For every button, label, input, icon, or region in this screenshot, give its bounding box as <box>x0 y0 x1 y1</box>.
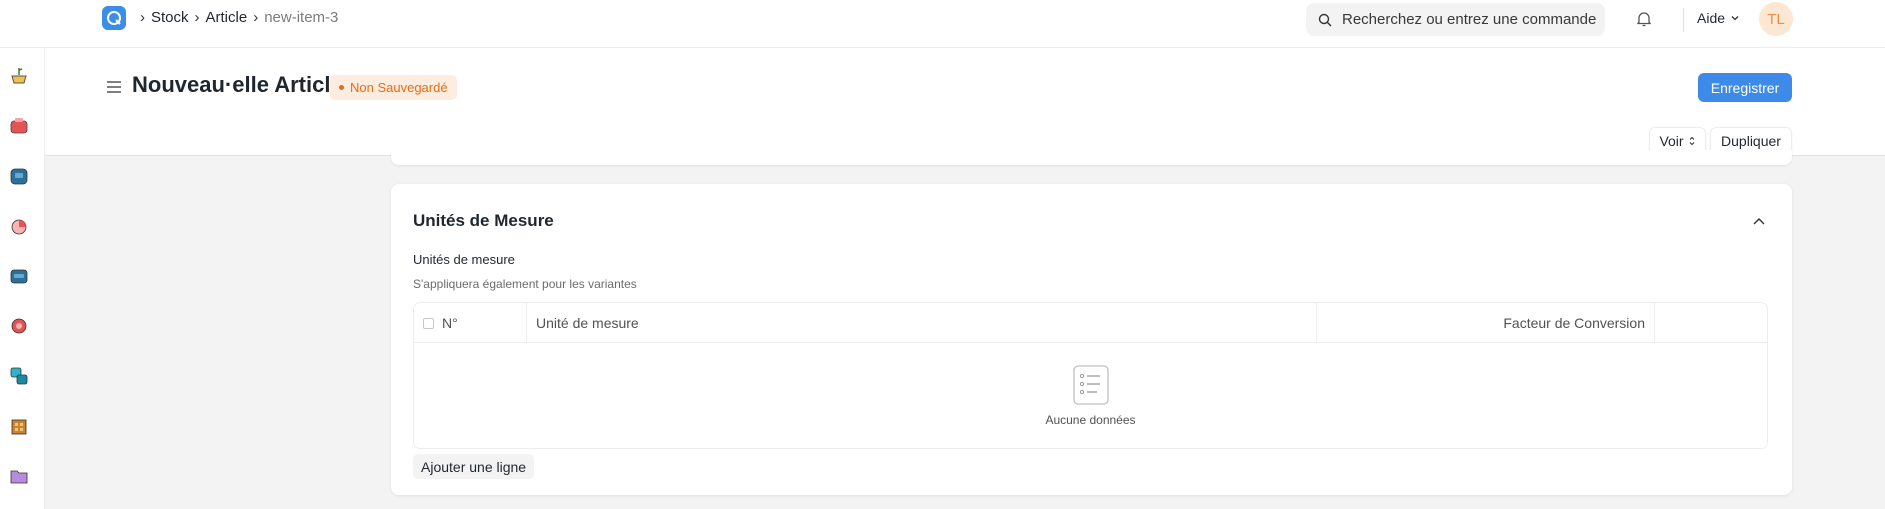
chevron-right-icon: › <box>194 9 200 26</box>
empty-state: Aucune données <box>414 343 1767 448</box>
chevron-up-icon[interactable] <box>1752 214 1766 232</box>
search-placeholder: Recherchez ou entrez une commande <box>1342 11 1597 28</box>
chevron-updown-icon <box>1689 136 1694 146</box>
breadcrumb-article[interactable]: Article <box>206 9 248 26</box>
table-header: N° Unité de mesure Facteur de Conversion <box>414 303 1767 343</box>
support-icon[interactable] <box>8 315 30 337</box>
status-badge: Non Sauvegardé <box>330 75 457 100</box>
column-uom: Unité de mesure <box>527 303 1317 343</box>
search-input[interactable]: Recherchez ou entrez une commande <box>1306 3 1605 36</box>
help-label: Aide <box>1697 10 1726 26</box>
sidebar <box>0 48 45 509</box>
help-dropdown[interactable]: Aide <box>1697 10 1740 26</box>
field-label: Unités de mesure <box>413 252 515 267</box>
sales-icon[interactable] <box>8 115 30 137</box>
section-title[interactable]: Unités de Mesure <box>413 211 554 231</box>
buying-icon[interactable] <box>8 165 30 187</box>
crm-icon[interactable] <box>8 265 30 287</box>
app-logo-icon[interactable] <box>102 6 126 30</box>
column-conversion: Facteur de Conversion <box>1317 303 1655 343</box>
page-title: Nouveau·elle Article <box>132 72 343 97</box>
notification-bell-icon[interactable] <box>1636 10 1652 33</box>
navbar-divider <box>1683 8 1684 32</box>
view-button-label: Voir <box>1659 133 1684 149</box>
status-badge-label: Non Sauvegardé <box>350 80 448 95</box>
chevron-down-icon <box>1731 16 1739 21</box>
page-header: Nouveau·elle Article Non Sauvegardé Enre… <box>45 48 1885 156</box>
projects-icon[interactable] <box>8 365 30 387</box>
column-uom-label: Unité de mesure <box>536 315 639 331</box>
menu-toggle-icon[interactable] <box>106 80 122 99</box>
save-button[interactable]: Enregistrer <box>1698 73 1792 102</box>
assets-icon[interactable] <box>8 415 30 437</box>
empty-list-icon <box>1072 364 1109 405</box>
folder-icon[interactable] <box>8 465 30 487</box>
empty-state-text: Aucune données <box>1045 412 1136 427</box>
status-dot-icon <box>339 85 344 90</box>
select-all-checkbox[interactable] <box>423 317 434 329</box>
accounting-icon[interactable] <box>8 215 30 237</box>
breadcrumb-stock[interactable]: Stock <box>151 9 189 26</box>
top-navbar: › Stock › Article › new-item-3 Recherche… <box>0 0 1885 48</box>
search-icon <box>1318 13 1332 26</box>
column-number: N° <box>414 303 527 343</box>
column-number-label: N° <box>442 315 458 331</box>
previous-section-card <box>391 150 1792 165</box>
stock-icon[interactable] <box>8 65 30 87</box>
breadcrumb: › Stock › Article › new-item-3 <box>138 9 338 26</box>
chevron-right-icon: › <box>253 9 259 26</box>
add-row-button[interactable]: Ajouter une ligne <box>413 454 535 479</box>
field-description: S'appliquera également pour les variante… <box>413 277 637 291</box>
avatar[interactable]: TL <box>1759 2 1793 36</box>
uom-table: N° Unité de mesure Facteur de Conversion… <box>413 302 1768 449</box>
breadcrumb-current[interactable]: new-item-3 <box>264 9 338 26</box>
column-conversion-label: Facteur de Conversion <box>1503 315 1645 331</box>
chevron-right-icon: › <box>140 9 145 26</box>
column-actions <box>1655 303 1767 343</box>
uom-section-card: Unités de Mesure Unités de mesure S'appl… <box>391 184 1792 495</box>
